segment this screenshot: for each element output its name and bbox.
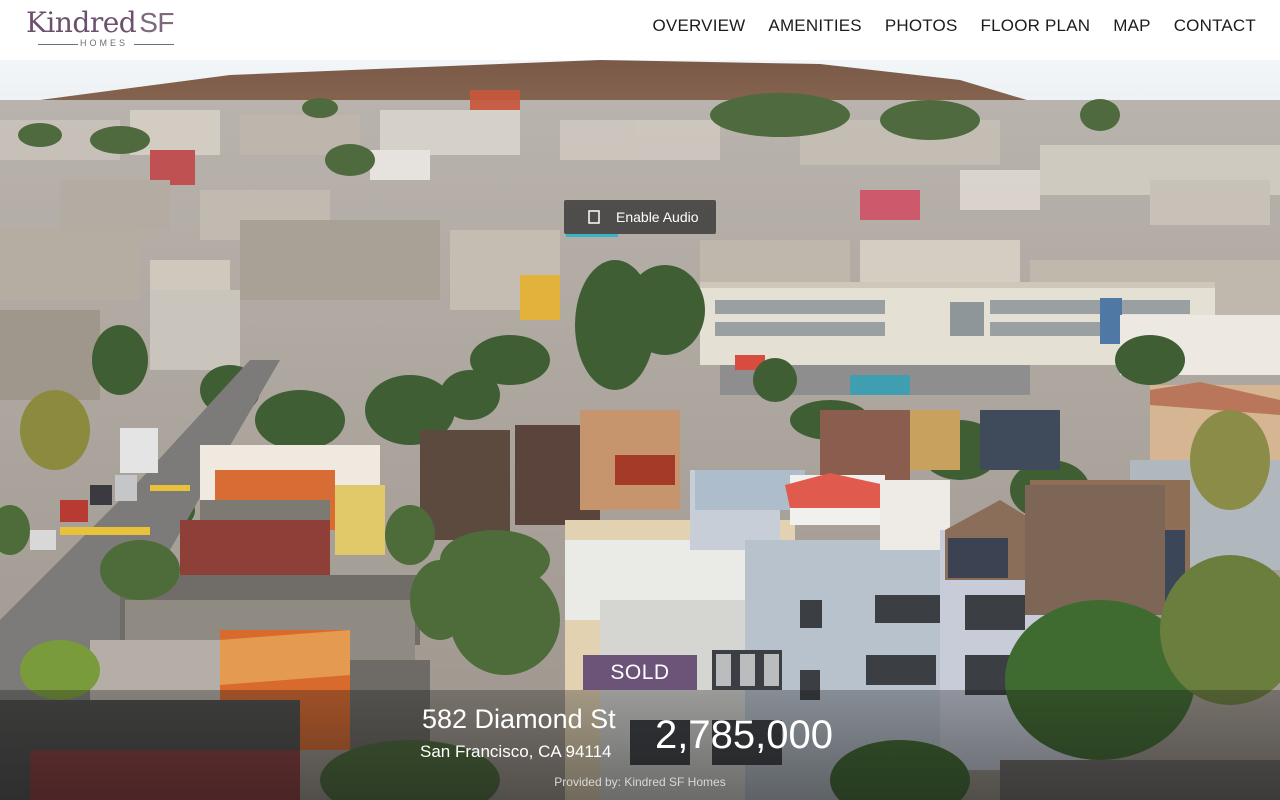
- enable-audio-button[interactable]: Enable Audio: [564, 200, 716, 237]
- nav-floor-plan[interactable]: FLOOR PLAN: [981, 16, 1091, 36]
- listing-city-line: San Francisco, CA 94114: [420, 742, 612, 761]
- logo-rule-right: [134, 44, 174, 45]
- nav-map[interactable]: MAP: [1113, 16, 1150, 36]
- enable-audio-label: Enable Audio: [616, 209, 699, 225]
- speaker-icon: [586, 209, 602, 225]
- provided-by-credit: Provided by: Kindred SF Homes: [554, 775, 726, 789]
- logo-wordmark: Kindred SF: [26, 8, 174, 38]
- nav-contact[interactable]: CONTACT: [1174, 16, 1256, 36]
- listing-street-address: 582 Diamond St: [422, 704, 616, 734]
- logo-sub-text: HOMES: [79, 38, 128, 48]
- main-nav: OVERVIEW AMENITIES PHOTOS FLOOR PLAN MAP…: [652, 16, 1256, 36]
- nav-overview[interactable]: OVERVIEW: [652, 16, 745, 36]
- logo-word-kindred: Kindred: [26, 6, 137, 39]
- audio-progress-bar: [566, 234, 618, 237]
- nav-amenities[interactable]: AMENITIES: [768, 16, 861, 36]
- site-header: Kindred SF HOMES OVERVIEW AMENITIES PHOTO…: [0, 0, 1280, 60]
- logo-word-sf: SF: [139, 7, 174, 38]
- logo-rule-left: [38, 44, 78, 45]
- site-logo[interactable]: Kindred SF HOMES: [26, 8, 190, 52]
- listing-price: 2,785,000: [655, 713, 833, 757]
- status-badge: SOLD: [583, 655, 697, 690]
- nav-photos[interactable]: PHOTOS: [885, 16, 958, 36]
- logo-subtitle: HOMES: [26, 37, 176, 51]
